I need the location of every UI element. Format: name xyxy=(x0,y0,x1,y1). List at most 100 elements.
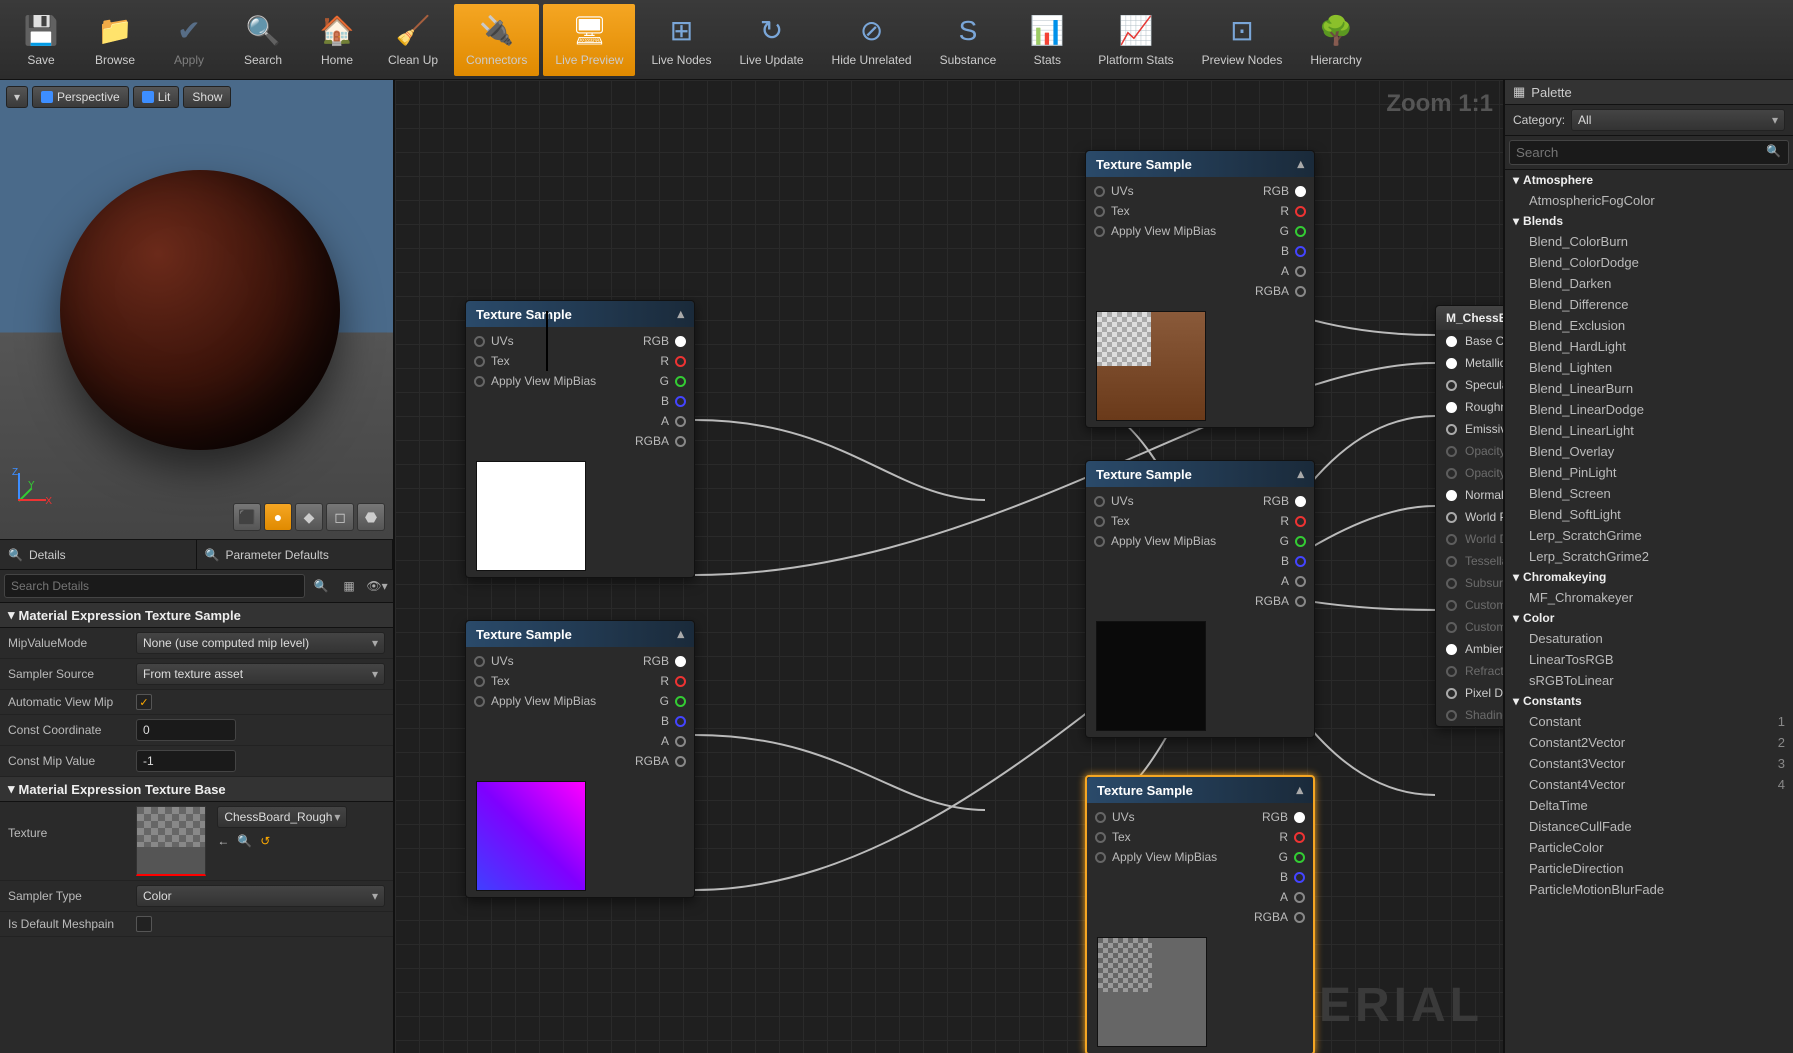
texture-sample-node-2[interactable]: Texture Sample▴ UVsRGBTexRApply View Mip… xyxy=(465,300,695,578)
preview-viewport[interactable]: ▾ Perspective Lit Show Z Y X ⬛ ● ◆ ◻ ⬣ xyxy=(0,80,393,540)
primitive-cylinder-button[interactable]: ⬛ xyxy=(233,503,261,531)
toolbar-live-update-button[interactable]: ↻Live Update xyxy=(727,4,815,76)
toolbar-hierarchy-button[interactable]: 🌳Hierarchy xyxy=(1298,4,1373,76)
output-pin-b[interactable]: B xyxy=(661,394,686,408)
output-pin-g[interactable]: G xyxy=(1279,850,1305,864)
toolbar-preview-nodes-button[interactable]: ⊡Preview Nodes xyxy=(1190,4,1295,76)
output-pin-a[interactable]: A xyxy=(661,734,686,748)
tab-details[interactable]: 🔍Details xyxy=(0,540,197,569)
input-pin-apply-view-mipbias[interactable]: Apply View MipBias xyxy=(1094,534,1216,548)
palette-item-lerp_scratchgrime2[interactable]: Lerp_ScratchGrime2 xyxy=(1505,546,1793,567)
output-pin-rgba[interactable]: RGBA xyxy=(1254,910,1305,924)
input-pin-uvs[interactable]: UVs xyxy=(1094,184,1134,198)
toolbar-connectors-button[interactable]: 🔌Connectors xyxy=(454,4,539,76)
palette-item-constant3vector[interactable]: Constant3Vector3 xyxy=(1505,753,1793,774)
palette-category-constants[interactable]: ▾Constants xyxy=(1505,691,1793,711)
texture-thumbnail[interactable] xyxy=(136,806,206,876)
collapse-icon[interactable]: ▴ xyxy=(677,626,684,642)
palette-item-desaturation[interactable]: Desaturation xyxy=(1505,628,1793,649)
palette-list[interactable]: ▾AtmosphereAtmosphericFogColor▾BlendsBle… xyxy=(1505,170,1793,1053)
palette-item-blend_lighten[interactable]: Blend_Lighten xyxy=(1505,357,1793,378)
search-details-input[interactable] xyxy=(4,574,305,598)
palette-item-blend_linearburn[interactable]: Blend_LinearBurn xyxy=(1505,378,1793,399)
toolbar-substance-button[interactable]: SSubstance xyxy=(928,4,1009,76)
input-pin-apply-view-mipbias[interactable]: Apply View MipBias xyxy=(474,694,596,708)
input-pin-apply-view-mipbias[interactable]: Apply View MipBias xyxy=(1094,224,1216,238)
mip-mode-dropdown[interactable]: None (use computed mip level) xyxy=(136,632,385,654)
auto-mip-checkbox[interactable] xyxy=(136,694,152,710)
section-tex-sample[interactable]: ▾Material Expression Texture Sample xyxy=(0,603,393,628)
lit-button[interactable]: Lit xyxy=(133,86,180,108)
output-pin-rgb[interactable]: RGB xyxy=(1262,810,1305,824)
master-pin-subsurface-color[interactable]: Subsurface Color xyxy=(1436,572,1503,594)
texture-sample-node-1[interactable]: Texture Sample▴ UVsRGBTexRApply View Mip… xyxy=(1085,150,1315,428)
palette-item-blend_darken[interactable]: Blend_Darken xyxy=(1505,273,1793,294)
toolbar-search-button[interactable]: 🔍Search xyxy=(228,4,298,76)
palette-category-color[interactable]: ▾Color xyxy=(1505,608,1793,628)
output-pin-rgba[interactable]: RGBA xyxy=(1255,284,1306,298)
tab-parameter-defaults[interactable]: 🔍Parameter Defaults xyxy=(197,540,394,569)
output-pin-a[interactable]: A xyxy=(661,414,686,428)
palette-item-deltatime[interactable]: DeltaTime xyxy=(1505,795,1793,816)
palette-item-blend_screen[interactable]: Blend_Screen xyxy=(1505,483,1793,504)
material-master-node[interactable]: M_ChessBoard Base ColorMetallicSpecularR… xyxy=(1435,305,1503,727)
palette-item-blend_exclusion[interactable]: Blend_Exclusion xyxy=(1505,315,1793,336)
palette-item-particlecolor[interactable]: ParticleColor xyxy=(1505,837,1793,858)
palette-item-blend_pinlight[interactable]: Blend_PinLight xyxy=(1505,462,1793,483)
master-pin-emissive-color[interactable]: Emissive Color xyxy=(1436,418,1503,440)
output-pin-a[interactable]: A xyxy=(1281,264,1306,278)
collapse-icon[interactable]: ▴ xyxy=(1296,782,1303,798)
output-pin-rgba[interactable]: RGBA xyxy=(1255,594,1306,608)
palette-item-particledirection[interactable]: ParticleDirection xyxy=(1505,858,1793,879)
input-pin-tex[interactable]: Tex xyxy=(474,354,510,368)
output-pin-rgba[interactable]: RGBA xyxy=(635,754,686,768)
toolbar-live-nodes-button[interactable]: ⊞Live Nodes xyxy=(639,4,723,76)
output-pin-rgba[interactable]: RGBA xyxy=(635,434,686,448)
palette-item-blend_linearlight[interactable]: Blend_LinearLight xyxy=(1505,420,1793,441)
input-pin-uvs[interactable]: UVs xyxy=(474,654,514,668)
input-pin-apply-view-mipbias[interactable]: Apply View MipBias xyxy=(474,374,596,388)
toolbar-stats-button[interactable]: 📊Stats xyxy=(1012,4,1082,76)
texture-sample-node-4[interactable]: Texture Sample▴ UVsRGBTexRApply View Mip… xyxy=(465,620,695,898)
master-pin-specular[interactable]: Specular xyxy=(1436,374,1503,396)
collapse-icon[interactable]: ▴ xyxy=(1297,466,1304,482)
search-icon[interactable]: 🔍 xyxy=(309,574,333,598)
toolbar-clean-up-button[interactable]: 🧹Clean Up xyxy=(376,4,450,76)
palette-item-blend_colorburn[interactable]: Blend_ColorBurn xyxy=(1505,231,1793,252)
const-mip-input[interactable] xyxy=(136,750,236,772)
palette-item-atmosphericfogcolor[interactable]: AtmosphericFogColor xyxy=(1505,190,1793,211)
master-pin-metallic[interactable]: Metallic xyxy=(1436,352,1503,374)
perspective-button[interactable]: Perspective xyxy=(32,86,129,108)
texture-asset-dropdown[interactable]: ChessBoard_Rough xyxy=(217,806,347,828)
output-pin-g[interactable]: G xyxy=(1280,224,1306,238)
node-header[interactable]: Texture Sample▴ xyxy=(1086,461,1314,487)
master-pin-custom-data-0[interactable]: Custom Data 0 xyxy=(1436,594,1503,616)
input-pin-apply-view-mipbias[interactable]: Apply View MipBias xyxy=(1095,850,1217,864)
input-pin-uvs[interactable]: UVs xyxy=(1095,810,1135,824)
input-pin-tex[interactable]: Tex xyxy=(1095,830,1131,844)
palette-item-distancecullfade[interactable]: DistanceCullFade xyxy=(1505,816,1793,837)
output-pin-rgb[interactable]: RGB xyxy=(1263,494,1306,508)
output-pin-r[interactable]: R xyxy=(1280,514,1306,528)
palette-item-mf_chromakeyer[interactable]: MF_Chromakeyer xyxy=(1505,587,1793,608)
show-button[interactable]: Show xyxy=(183,86,231,108)
input-pin-tex[interactable]: Tex xyxy=(474,674,510,688)
output-pin-r[interactable]: R xyxy=(1279,830,1305,844)
view-eye-icon[interactable]: 👁▾ xyxy=(365,574,389,598)
palette-item-lineartosrgb[interactable]: LinearTosRGB xyxy=(1505,649,1793,670)
toolbar-live-preview-button[interactable]: 🖥Live Preview xyxy=(543,4,635,76)
palette-tab[interactable]: ▦Palette xyxy=(1505,80,1793,105)
primitive-cube-button[interactable]: ◻ xyxy=(326,503,354,531)
category-dropdown[interactable]: All xyxy=(1571,109,1785,131)
toolbar-platform-stats-button[interactable]: 📈Platform Stats xyxy=(1086,4,1185,76)
palette-category-atmosphere[interactable]: ▾Atmosphere xyxy=(1505,170,1793,190)
master-pin-normal[interactable]: Normal xyxy=(1436,484,1503,506)
output-pin-b[interactable]: B xyxy=(661,714,686,728)
master-pin-tessellation-multiplier[interactable]: Tessellation Multiplier xyxy=(1436,550,1503,572)
master-pin-base-color[interactable]: Base Color xyxy=(1436,330,1503,352)
output-pin-r[interactable]: R xyxy=(1280,204,1306,218)
output-pin-r[interactable]: R xyxy=(660,354,686,368)
palette-search-input[interactable] xyxy=(1509,140,1789,165)
const-coord-input[interactable] xyxy=(136,719,236,741)
node-header[interactable]: Texture Sample▴ xyxy=(466,621,694,647)
